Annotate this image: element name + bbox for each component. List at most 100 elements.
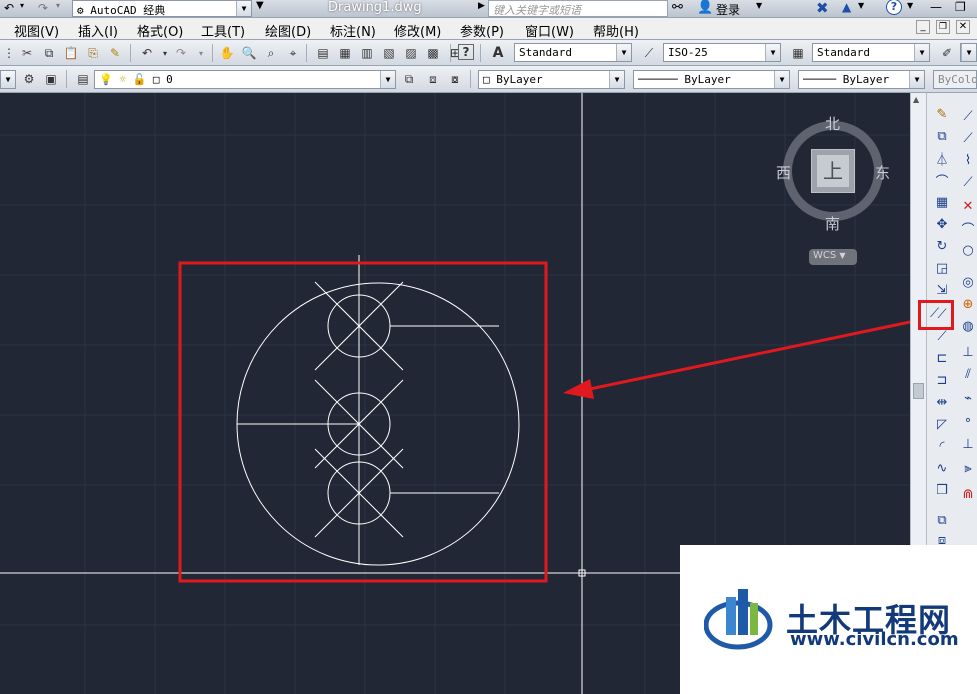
compass-west[interactable]: 西 <box>776 162 791 183</box>
layer-select[interactable]: 💡 ☼ 🔓 □ 0 ▼ <box>94 70 396 89</box>
break-at-point-icon[interactable]: ⊏ <box>933 349 951 367</box>
menu-insert[interactable]: 插入(I) <box>78 21 118 40</box>
fillet-icon[interactable]: ◜ <box>933 437 951 455</box>
compass-north[interactable]: 北 <box>825 113 840 134</box>
workspace-select[interactable]: ⚙ AutoCAD 经典 ▼ <box>72 0 252 17</box>
scroll-thumb[interactable] <box>913 383 924 399</box>
erase-icon[interactable]: ✎ <box>933 105 951 123</box>
match-properties-icon[interactable]: ✎ <box>106 44 124 62</box>
login-link[interactable]: 登录 <box>716 1 740 18</box>
compass-east[interactable]: 东 <box>875 162 890 183</box>
mirror-icon[interactable]: ⏃ <box>933 149 951 168</box>
settings-icon[interactable]: ⚙ <box>20 70 38 88</box>
line-icon[interactable]: ⟋ <box>959 107 977 125</box>
help-icon[interactable]: ? <box>886 0 902 15</box>
restore-icon[interactable]: ❐ <box>955 0 966 14</box>
stretch-icon[interactable]: ⇲ <box>933 281 951 299</box>
menu-format[interactable]: 格式(O) <box>137 21 183 40</box>
exchange-icon[interactable]: ✖ <box>816 0 829 17</box>
menu-window[interactable]: 窗口(W) <box>525 21 574 40</box>
redo-icon[interactable]: ↷ <box>172 44 190 62</box>
text-style-icon[interactable]: A <box>489 44 507 62</box>
point-icon[interactable]: ⌁ <box>959 389 977 407</box>
scale-icon[interactable]: ◲ <box>933 259 951 277</box>
table-icon[interactable]: ⋒ <box>959 485 977 503</box>
redo-dropdown-icon[interactable]: ▾ <box>56 1 60 10</box>
insert-block-icon[interactable]: ⊥ <box>959 343 977 361</box>
search-input[interactable]: 键入关键字或短语 <box>488 0 668 17</box>
draw-order-icon[interactable]: ⧉ <box>933 511 951 529</box>
login-dropdown-icon[interactable]: ▼ <box>756 1 762 10</box>
undo-icon[interactable]: ↶ <box>138 44 156 62</box>
make-current-icon[interactable]: ⧉ <box>400 70 418 88</box>
color-select[interactable]: □ ByLayer ▼ <box>478 70 625 89</box>
menu-help[interactable]: 帮助(H) <box>593 21 639 40</box>
viewcube-face[interactable]: 上 <box>811 149 855 193</box>
join-icon[interactable]: ⇹ <box>933 393 951 411</box>
scroll-up-icon[interactable]: ▲ <box>913 95 919 104</box>
paste-icon[interactable]: 📋 <box>62 44 80 62</box>
construction-line-icon[interactable]: ⟋ <box>959 129 977 147</box>
copy-object-icon[interactable]: ⧉ <box>933 127 951 145</box>
menu-draw[interactable]: 绘图(D) <box>265 21 311 40</box>
arc-icon[interactable]: ⌒ <box>959 219 977 238</box>
break-icon[interactable]: ⊐ <box>933 371 951 389</box>
undo-icon[interactable]: ↶ <box>4 1 14 15</box>
hatch-icon[interactable]: ∘ <box>959 411 977 429</box>
doc-restore-icon[interactable]: ❐ <box>936 20 950 34</box>
compass-south[interactable]: 南 <box>825 213 840 234</box>
copy-icon[interactable]: ⧉ <box>40 44 58 62</box>
offset-icon[interactable]: ⌒ <box>933 171 951 190</box>
dimension-style-select[interactable]: ISO-25 ▼ <box>663 43 781 62</box>
circle-icon[interactable]: ○ <box>959 241 977 259</box>
cut-icon[interactable]: ✂ <box>18 44 36 62</box>
array-icon[interactable]: ▦ <box>933 193 951 211</box>
multileader-style-select[interactable]: ▼ <box>960 43 977 62</box>
copy-with-basepoint-icon[interactable]: ⎘ <box>84 44 102 62</box>
user-icon[interactable]: 👤 <box>697 0 713 15</box>
viewcube[interactable]: 上 北 南 东 西 WCS ▼ <box>776 113 890 265</box>
rotate-icon[interactable]: ↻ <box>933 237 951 255</box>
rectangle-icon[interactable]: ✕ <box>959 197 977 215</box>
table-style-icon[interactable]: ▦ <box>789 44 807 62</box>
help-icon[interactable]: ? <box>458 44 474 60</box>
redo-icon[interactable]: ↷ <box>38 1 48 15</box>
layer-states-icon[interactable]: ⧇ <box>446 70 464 88</box>
design-center-icon[interactable]: ▦ <box>336 44 354 62</box>
blend-curves-icon[interactable]: ∿ <box>933 459 951 477</box>
zoom-realtime-icon[interactable]: 🔍 <box>240 44 258 62</box>
layer-properties-icon[interactable]: ▤ <box>74 70 92 88</box>
move-icon[interactable]: ✥ <box>933 215 951 233</box>
minimize-icon[interactable]: — <box>930 0 942 14</box>
tool-palettes-icon[interactable]: ▥ <box>358 44 376 62</box>
menu-view[interactable]: 视图(V) <box>14 21 59 40</box>
gradient-icon[interactable]: ⊥ <box>959 435 977 453</box>
doc-minimize-icon[interactable]: _ <box>916 20 930 34</box>
make-block-icon[interactable]: ⫽ <box>959 365 977 383</box>
menu-parametric[interactable]: 参数(P) <box>460 21 504 40</box>
multileader-style-icon[interactable]: ✐ <box>938 44 956 62</box>
zoom-window-icon[interactable]: ⌕ <box>262 44 280 62</box>
construction-line-tool-icon[interactable]: ⟋ <box>930 306 939 321</box>
sheet-set-icon[interactable]: ▧ <box>380 44 398 62</box>
linetype-select[interactable]: ────── ByLayer ▼ <box>633 70 790 89</box>
help-dropdown-icon[interactable]: ▼ <box>907 1 913 10</box>
polygon-icon[interactable]: ⟋ <box>959 173 977 191</box>
menu-modify[interactable]: 修改(M) <box>394 21 441 40</box>
layer-tools-select[interactable]: ▼ <box>0 70 16 89</box>
properties-icon[interactable]: ▤ <box>314 44 332 62</box>
region-icon[interactable]: ⫸ <box>959 459 977 477</box>
pan-icon[interactable]: ✋ <box>218 44 236 62</box>
chamfer-icon[interactable]: ◸ <box>933 415 951 433</box>
markup-icon[interactable]: ▨ <box>402 44 420 62</box>
lineweight-select[interactable]: ───── ByLayer ▼ <box>798 70 925 89</box>
text-style-select[interactable]: Standard ▼ <box>514 43 632 62</box>
autodesk-dropdown-icon[interactable]: ▼ <box>858 1 864 10</box>
doc-close-icon[interactable]: ✕ <box>956 20 970 34</box>
undo-dropdown-icon[interactable]: ▾ <box>20 1 24 10</box>
zoom-previous-icon[interactable]: ⌖ <box>284 44 302 62</box>
autodesk-icon[interactable]: ▲ <box>842 0 851 14</box>
explode-icon[interactable]: ❒ <box>933 481 951 499</box>
layer-previous-icon[interactable]: ⧈ <box>424 70 442 88</box>
ellipse-icon[interactable]: ◍ <box>959 317 977 335</box>
